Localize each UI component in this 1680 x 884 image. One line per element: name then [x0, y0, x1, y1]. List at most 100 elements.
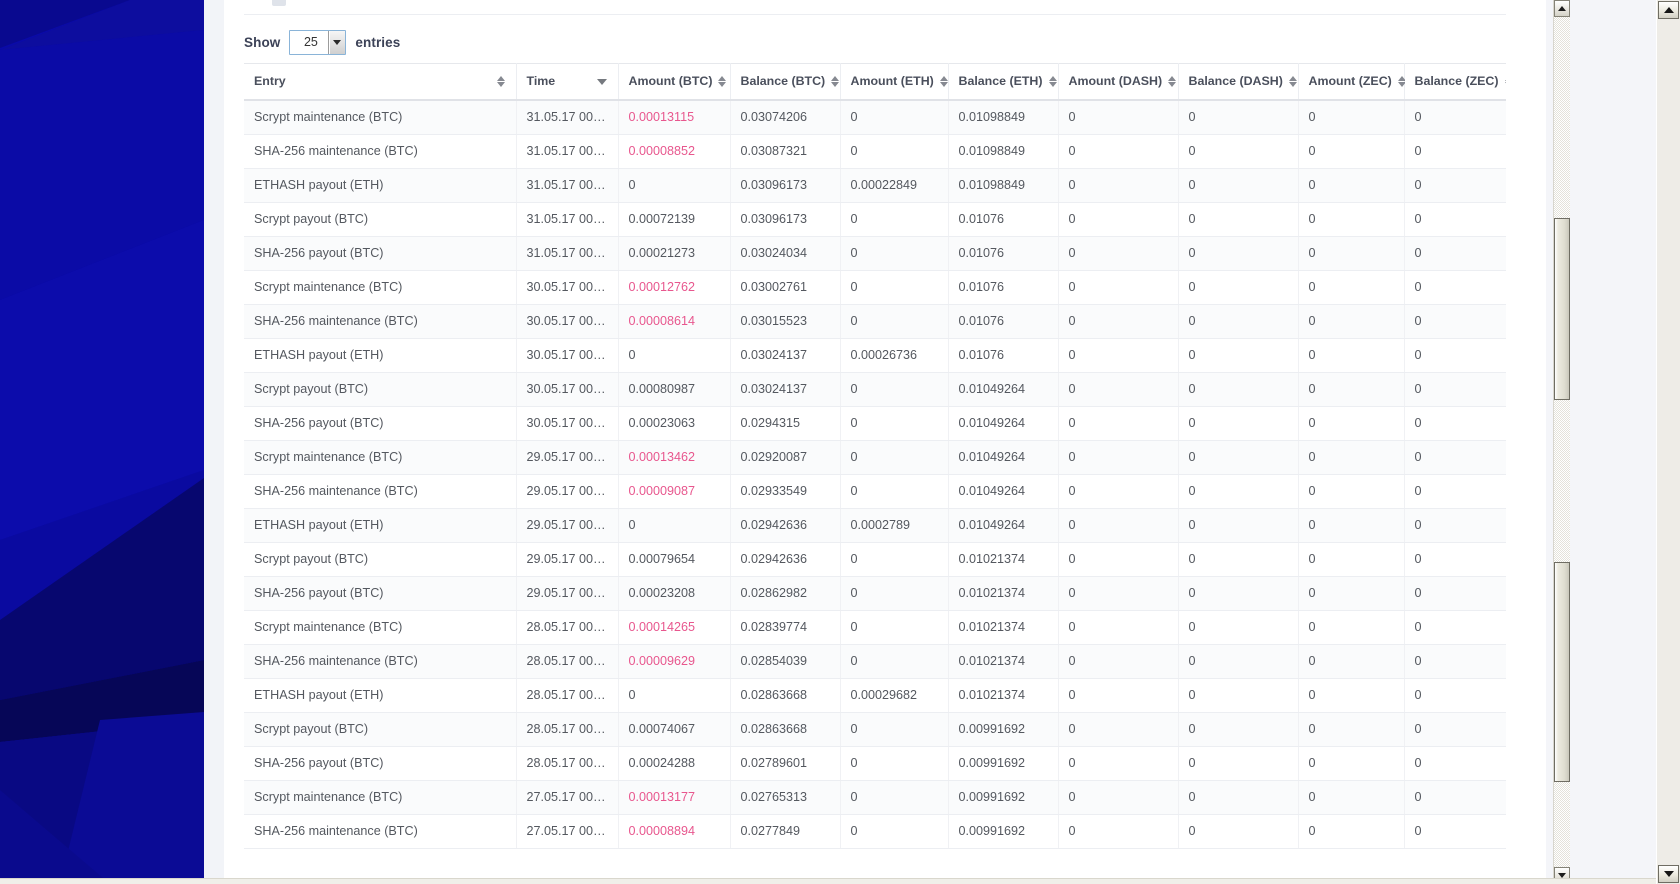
column-header-time[interactable]: Time	[516, 63, 619, 101]
cell-balance-zec: 0	[1404, 100, 1506, 135]
column-header-balance-eth[interactable]: Balance (ETH)	[948, 63, 1059, 101]
cell-time: 28.05.17 00:41	[516, 678, 619, 713]
cell-entry: ETHASH payout (ETH)	[244, 168, 517, 203]
table-row[interactable]: SHA-256 payout (BTC) 29.05.17 00:44 0.0002…	[244, 576, 1506, 611]
cell-balance-eth: 0.01021374	[948, 542, 1059, 577]
cell-amount-dash: 0	[1058, 236, 1179, 271]
column-header-amount-eth[interactable]: Amount (ETH)	[840, 63, 949, 101]
cell-balance-dash: 0	[1178, 644, 1299, 679]
cell-amount-btc: 0	[618, 678, 731, 713]
cell-entry: SHA-256 maintenance (BTC)	[244, 644, 517, 679]
column-header-balance-btc[interactable]: Balance (BTC)	[730, 63, 841, 101]
cell-amount-dash: 0	[1058, 814, 1179, 849]
table-row[interactable]: SHA-256 payout (BTC) 30.05.17 00:39 0.0002…	[244, 406, 1506, 441]
window-scroll-up-arrow-icon[interactable]	[1658, 1, 1679, 19]
cell-time: 31.05.17 00:38	[516, 236, 619, 271]
cell-balance-btc: 0.0294315	[730, 406, 841, 441]
top-divider	[244, 14, 1506, 15]
scroll-up-arrow-icon[interactable]	[1554, 0, 1570, 17]
entries-per-page-select[interactable]: 102550100	[289, 30, 347, 55]
cell-amount-zec: 0	[1298, 474, 1405, 509]
cell-amount-btc: 0.00012762	[618, 270, 731, 305]
cell-amount-dash: 0	[1058, 678, 1179, 713]
cell-amount-zec: 0	[1298, 202, 1405, 237]
cell-amount-eth: 0	[840, 236, 949, 271]
cell-balance-eth: 0.01098849	[948, 134, 1059, 169]
window-vertical-scrollbar[interactable]	[1656, 0, 1680, 884]
table-row[interactable]: SHA-256 maintenance (BTC) 30.05.17 00:39 0…	[244, 304, 1506, 339]
cell-entry: SHA-256 maintenance (BTC)	[244, 474, 517, 509]
cell-amount-btc: 0.00009087	[618, 474, 731, 509]
cell-entry: Scrypt payout (BTC)	[244, 542, 517, 577]
cell-amount-zec: 0	[1298, 678, 1405, 713]
cell-balance-dash: 0	[1178, 746, 1299, 781]
cell-amount-btc: 0	[618, 168, 731, 203]
column-header-label: Balance (ETH)	[958, 74, 1043, 88]
cell-balance-zec: 0	[1404, 644, 1506, 679]
cell-amount-eth: 0	[840, 406, 949, 441]
column-header-entry[interactable]: Entry	[244, 63, 517, 101]
table-row[interactable]: Scrypt maintenance (BTC) 27.05.17 00:41 0.…	[244, 780, 1506, 815]
cell-balance-eth: 0.01021374	[948, 610, 1059, 645]
table-row[interactable]: Scrypt maintenance (BTC) 28.05.17 00:41 0.…	[244, 610, 1506, 645]
sort-toggle-icon	[1168, 75, 1177, 88]
cell-balance-eth: 0.01076	[948, 270, 1059, 305]
cell-entry: Scrypt payout (BTC)	[244, 712, 517, 747]
cell-balance-zec: 0	[1404, 508, 1506, 543]
cell-amount-btc: 0	[618, 508, 731, 543]
cell-balance-btc: 0.02854039	[730, 644, 841, 679]
cell-amount-zec: 0	[1298, 780, 1405, 815]
cell-balance-eth: 0.01021374	[948, 678, 1059, 713]
table-row[interactable]: Scrypt payout (BTC) 31.05.17 00:38 0.00072…	[244, 202, 1506, 237]
table-row[interactable]: ETHASH payout (ETH) 31.05.17 00:38 0 0.0309…	[244, 168, 1506, 203]
cell-amount-btc: 0.00072139	[618, 202, 731, 237]
cell-balance-dash: 0	[1178, 372, 1299, 407]
sort-toggle-icon	[1288, 75, 1298, 88]
column-header-label: Amount (BTC)	[628, 74, 713, 88]
inner-vertical-scrollbar[interactable]	[1553, 0, 1570, 884]
table-row[interactable]: SHA-256 payout (BTC) 28.05.17 00:41 0.0002…	[244, 746, 1506, 781]
cell-time: 30.05.17 00:39	[516, 406, 619, 441]
cell-entry: SHA-256 maintenance (BTC)	[244, 134, 517, 169]
cell-balance-dash: 0	[1178, 610, 1299, 645]
table-row[interactable]: ETHASH payout (ETH) 30.05.17 00:39 0 0.0302…	[244, 338, 1506, 373]
column-header-amount-zec[interactable]: Amount (ZEC)	[1298, 63, 1406, 101]
cell-balance-zec: 0	[1404, 168, 1506, 203]
cell-balance-zec: 0	[1404, 338, 1506, 373]
window-scroll-down-arrow-icon[interactable]	[1658, 865, 1679, 883]
table-row[interactable]: Scrypt maintenance (BTC) 30.05.17 00:39 0.…	[244, 270, 1506, 305]
cell-amount-zec: 0	[1298, 440, 1405, 475]
cell-amount-zec: 0	[1298, 508, 1405, 543]
cell-time: 29.05.17 00:44	[516, 576, 619, 611]
cell-balance-eth: 0.01049264	[948, 474, 1059, 509]
cell-time: 31.05.17 00:38	[516, 202, 619, 237]
cell-amount-dash: 0	[1058, 304, 1179, 339]
table-row[interactable]: SHA-256 maintenance (BTC) 27.05.17 00:41 0…	[244, 814, 1506, 849]
table-row[interactable]: SHA-256 maintenance (BTC) 31.05.17 00:38 0…	[244, 134, 1506, 169]
scrollbar-thumb-lower[interactable]	[1554, 562, 1570, 782]
column-header-amount-dash[interactable]: Amount (DASH)	[1058, 63, 1179, 101]
table-row[interactable]: Scrypt payout (BTC) 30.05.17 00:39 0.00080…	[244, 372, 1506, 407]
column-header-balance-dash[interactable]: Balance (DASH)	[1178, 63, 1299, 101]
cell-balance-zec: 0	[1404, 814, 1506, 849]
table-row[interactable]: Scrypt payout (BTC) 28.05.17 00:41 0.00074…	[244, 712, 1506, 747]
table-row[interactable]: ETHASH payout (ETH) 28.05.17 00:41 0 0.0286…	[244, 678, 1506, 713]
cell-balance-dash: 0	[1178, 814, 1299, 849]
sort-toggle-icon	[718, 75, 727, 88]
column-header-balance-zec[interactable]: Balance (ZEC)	[1404, 63, 1506, 101]
ledger-table-body: Scrypt maintenance (BTC) 31.05.17 00:38 0.…	[244, 100, 1506, 849]
table-row[interactable]: SHA-256 maintenance (BTC) 29.05.17 00:44 0…	[244, 474, 1506, 509]
table-row[interactable]: Scrypt maintenance (BTC) 31.05.17 00:38 0.…	[244, 100, 1506, 135]
table-row[interactable]: Scrypt payout (BTC) 29.05.17 00:44 0.00079…	[244, 542, 1506, 577]
column-header-amount-btc[interactable]: Amount (BTC)	[618, 63, 731, 101]
table-row[interactable]: ETHASH payout (ETH) 29.05.17 00:44 0 0.0294…	[244, 508, 1506, 543]
scrollbar-thumb-upper[interactable]	[1554, 218, 1570, 400]
cell-balance-zec: 0	[1404, 712, 1506, 747]
cell-amount-btc: 0.00014265	[618, 610, 731, 645]
table-row[interactable]: Scrypt maintenance (BTC) 29.05.17 00:44 0.…	[244, 440, 1506, 475]
table-row[interactable]: SHA-256 payout (BTC) 31.05.17 00:38 0.0002…	[244, 236, 1506, 271]
cell-balance-eth: 0.01049264	[948, 372, 1059, 407]
show-label: Show	[244, 35, 281, 50]
table-row[interactable]: SHA-256 maintenance (BTC) 28.05.17 00:41 0…	[244, 644, 1506, 679]
cell-amount-btc: 0.00080987	[618, 372, 731, 407]
